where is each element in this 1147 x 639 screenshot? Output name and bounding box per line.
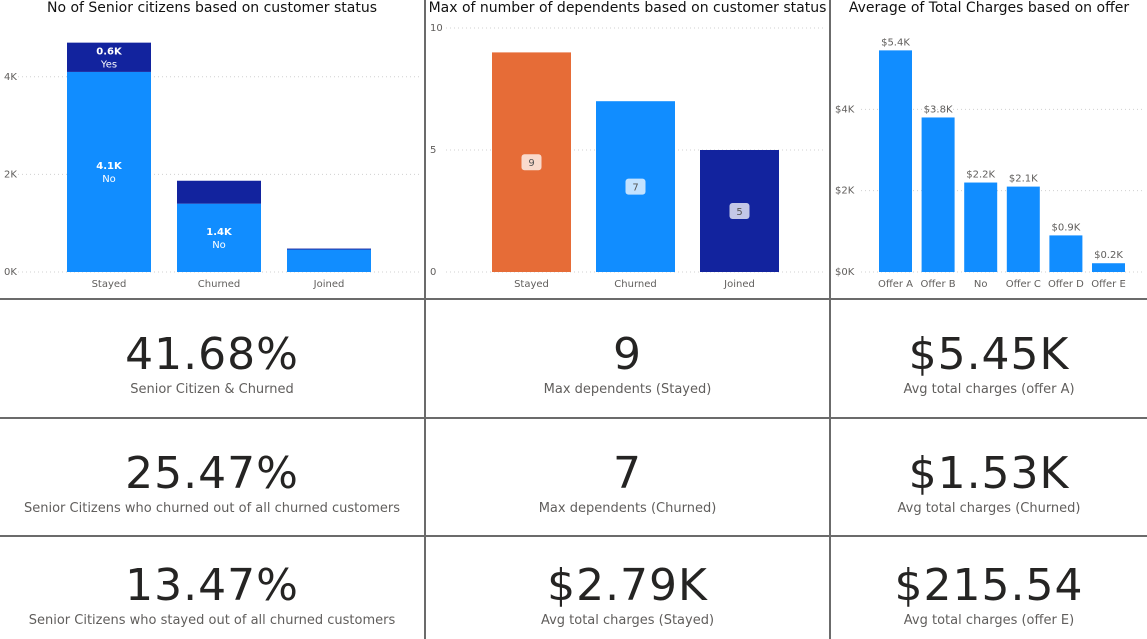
x-tick-label: Offer E [1091,279,1126,290]
kpi-value: 9 [613,329,642,380]
data-label: 7 [632,183,638,194]
y-tick-label: 0K [4,267,17,278]
dependents-chart[interactable]: Max of number of dependents based on cus… [426,0,829,298]
bar [921,117,955,272]
senior-citizens-plot: 0K 2K 4K 4.1K No 0.6K Yes Stayed 1.4K No Churned Jo… [4,42,420,290]
kpi-value: 41.68% [125,329,299,380]
bar [879,50,912,272]
kpi-card-avg-charges-churned[interactable]: $1.53K Avg total charges (Churned) [831,448,1147,517]
y-tick-label: $2K [835,186,855,197]
kpi-card-max-dependents-stayed[interactable]: 9 Max dependents (Stayed) [426,329,829,398]
data-label: 5 [736,207,742,218]
data-label: $2.2K [966,170,995,181]
bar-yes [177,180,261,204]
data-label: 0.6K [96,46,123,57]
kpi-card-avg-charges-stayed[interactable]: $2.79K Avg total charges (Stayed) [426,560,829,629]
divider [0,417,1147,419]
kpi-label: Avg total charges (offer E) [903,613,1075,628]
y-tick-label: $0K [835,267,855,278]
kpi-value: $1.53K [908,448,1070,499]
kpi-card-avg-charges-offer-a[interactable]: $5.45K Avg total charges (offer A) [831,329,1147,398]
kpi-card-max-dependents-churned[interactable]: 7 Max dependents (Churned) [426,448,829,517]
x-tick-label: Churned [614,279,656,290]
bar [1006,186,1040,272]
x-tick-label: Offer A [878,279,913,290]
divider [0,298,1147,300]
bar [964,182,998,272]
kpi-value: $215.54 [894,560,1084,611]
x-tick-label: Offer B [921,279,956,290]
kpi-label: Max dependents (Churned) [538,501,717,516]
x-tick-label: Churned [198,279,240,290]
x-tick-label: Joined [723,279,755,290]
kpi-label: Senior Citizen & Churned [130,382,294,397]
senior-citizens-chart[interactable]: No of Senior citizens based on customer … [0,0,424,298]
kpi-value: 7 [613,448,642,499]
kpi-label: Senior Citizens who stayed out of all ch… [28,613,396,628]
divider [829,0,831,639]
kpi-card-senior-stayed-share[interactable]: 13.47% Senior Citizens who stayed out of… [0,560,424,629]
bar [1092,263,1125,272]
kpi-card-avg-charges-offer-e[interactable]: $215.54 Avg total charges (offer E) [831,560,1147,629]
charges-chart[interactable]: Average of Total Charges based on offer … [831,0,1147,298]
data-label-series: No [102,174,116,185]
kpi-card-senior-churned[interactable]: 41.68% Senior Citizen & Churned [0,329,424,398]
data-label: $0.9K [1051,222,1080,233]
data-label: 9 [528,158,534,169]
data-label: $5.4K [881,37,910,48]
y-tick-label: 4K [4,72,17,83]
y-tick-label: $4K [835,104,855,115]
y-tick-label: 10 [430,23,443,34]
data-label-series: Yes [100,59,117,70]
x-tick-label: Offer D [1048,279,1084,290]
kpi-value: $2.79K [547,560,708,611]
kpi-value: 25.47% [125,448,299,499]
kpi-label: Avg total charges (offer A) [903,382,1075,397]
dependents-plot: 0 5 10 9 Stayed 7 Churned 5 Joined [430,23,826,290]
kpi-card-senior-churned-share[interactable]: 25.47% Senior Citizens who churned out o… [0,448,424,517]
data-label-series: No [212,240,226,251]
x-tick-label: Stayed [92,279,127,290]
x-tick-label: Offer C [1006,279,1041,290]
x-tick-label: Stayed [514,279,549,290]
bar-no [287,249,371,272]
x-tick-label: Joined [313,279,345,290]
data-label: $0.2K [1094,250,1123,261]
data-label: $2.1K [1009,174,1038,185]
divider [424,0,426,639]
kpi-label: Max dependents (Stayed) [543,382,712,397]
bar-yes [287,248,371,250]
kpi-value: 13.47% [125,560,299,611]
kpi-value: $5.45K [908,329,1070,380]
kpi-label: Avg total charges (Churned) [897,501,1081,516]
x-tick-label: No [974,279,988,290]
bar [1049,235,1083,272]
kpi-label: Senior Citizens who churned out of all c… [24,501,400,516]
y-tick-label: 5 [430,145,436,156]
data-label: $3.8K [924,104,953,115]
kpi-label: Avg total charges (Stayed) [540,613,715,628]
y-tick-label: 0 [430,267,436,278]
charges-plot: $0K $2K $4K $5.4K Offer A $3.8K Offer B $2.2K No… [835,37,1143,290]
data-label: 4.1K [96,161,123,172]
data-label: 1.4K [206,227,233,238]
y-tick-label: 2K [4,169,17,180]
divider [0,535,1147,537]
